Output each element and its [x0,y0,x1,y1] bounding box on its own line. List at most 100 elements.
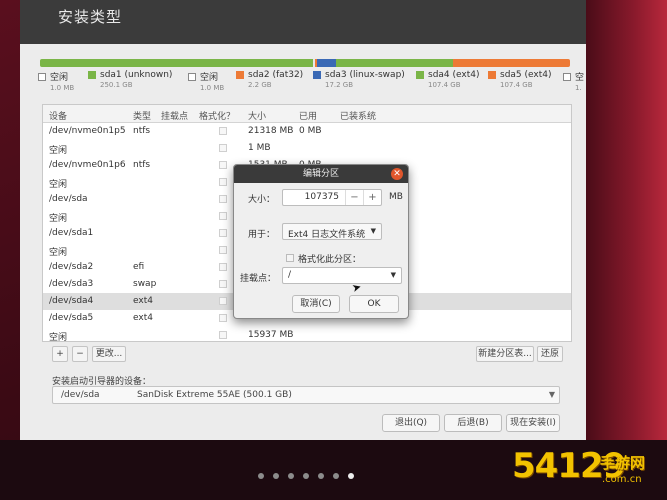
legend-size: 250.1 GB [100,81,133,89]
size-value[interactable]: 107375 [283,190,345,205]
mount-value: / [288,270,292,280]
quit-button[interactable]: 退出(Q) [382,414,440,432]
table-row[interactable]: 空闲 15937 MB [43,327,571,342]
legend-size: 1.0 MB [50,84,75,92]
pagination-dot [258,473,264,479]
cell-device: /dev/sda1 [49,228,94,238]
format-checkbox[interactable] [219,331,227,339]
table-row[interactable]: 空闲 1 MB [43,140,571,157]
cell-type: swap [133,279,157,289]
ok-button[interactable]: OK [349,295,399,313]
boot-device: /dev/sda [61,390,100,400]
format-checkbox[interactable] [219,229,227,237]
format-checkbox[interactable] [219,127,227,135]
table-header: 设备 类型 挂载点 格式化？ 大小 已用 已装系统 [43,105,571,123]
cell-type: ntfs [133,126,151,136]
legend-size: 107.4 GB [500,81,533,89]
legend-item: sda1 (unknown) 250.1 GB [88,70,172,89]
format-checkbox[interactable] [219,314,227,322]
legend-label: sda2 (fat32) [248,70,304,80]
legend-label: 空闲 [200,73,219,83]
cell-device: /dev/sda5 [49,313,94,323]
add-partition-button[interactable]: + [52,346,68,362]
format-checkbox[interactable] [219,195,227,203]
cell-device: 空闲 [49,248,68,258]
legend-swatch [188,72,196,81]
cell-device: 空闲 [49,333,68,342]
cell-device: /dev/nvme0n1p5 [49,126,126,136]
revert-button[interactable]: 还原 [537,346,563,362]
watermark-url: .com.cn [602,474,642,485]
table-row[interactable]: /dev/nvme0n1p5 ntfs 21318 MB 0 MB [43,123,571,140]
legend-label: sda3 (linux-swap) [325,70,405,80]
back-button[interactable]: 后退(B) [444,414,502,432]
format-checkbox[interactable] [286,254,294,262]
cell-device: 空闲 [49,146,68,156]
cell-device: /dev/sda2 [49,262,94,272]
pagination-dot [303,473,309,479]
format-checkbox[interactable] [219,297,227,305]
size-unit: MB [389,192,403,202]
filesystem-select[interactable]: Ext4 日志文件系统 ▼ [282,223,382,240]
partition-segment [316,59,336,67]
cell-size: 21318 MB [248,126,294,136]
mount-point-select[interactable]: / ▼ [282,267,402,284]
boot-device-description: SanDisk Extreme 55AE (500.1 GB) [137,390,292,400]
legend-swatch [38,72,46,81]
format-label: 格式化此分区： [298,255,362,265]
format-checkbox[interactable] [219,246,227,254]
cell-size: 1 MB [248,143,271,153]
dropdown-arrow-icon: ▼ [390,271,396,279]
cell-device: /dev/nvme0n1p6 [49,160,126,170]
legend-swatch [313,71,321,79]
legend-label: sda4 (ext4) [428,70,480,80]
new-partition-table-button[interactable]: 新建分区表... [476,346,534,362]
pagination-dot [333,473,339,479]
legend-size: 17.2 GB [325,81,354,89]
remove-partition-button[interactable]: − [72,346,88,362]
cell-type: ext4 [133,313,153,323]
pagination-dot [288,473,294,479]
install-now-button[interactable]: 现在安装(I) [506,414,560,432]
slide-pagination [258,473,354,479]
cancel-button[interactable]: 取消(C) [292,295,340,313]
col-mount: 挂载点 [161,112,189,122]
legend-label: 空 [575,73,585,83]
cell-type: ext4 [133,296,153,306]
size-stepper[interactable]: 107375 − + [282,189,382,206]
format-checkbox[interactable] [219,280,227,288]
legend-label: sda5 (ext4) [500,70,552,80]
format-checkbox[interactable] [219,161,227,169]
format-checkbox[interactable] [219,263,227,271]
format-checkbox[interactable] [219,212,227,220]
increment-icon[interactable]: + [363,190,381,205]
pagination-dot [273,473,279,479]
format-checkbox[interactable] [219,178,227,186]
screen-bezel-right [586,0,667,500]
legend-item: sda3 (linux-swap) 17.2 GB [313,70,405,89]
partition-segment [335,59,453,67]
mount-label: 挂载点： [240,274,277,284]
col-format: 格式化？ [199,112,236,122]
legend-item: sda5 (ext4) 107.4 GB [488,70,552,89]
legend-swatch [416,71,424,79]
legend-item: 空闲 1.0 MB [38,70,74,92]
boot-loader-select[interactable]: /dev/sda SanDisk Extreme 55AE (500.1 GB)… [52,386,560,404]
change-partition-button[interactable]: 更改... [92,346,126,362]
legend-label: sda1 (unknown) [100,70,173,80]
legend-size: 2.2 GB [248,81,272,89]
partition-segment [452,59,570,67]
decrement-icon[interactable]: − [345,190,363,205]
legend-item: 空闲 1.0 MB [188,70,224,92]
legend-swatch [563,72,571,81]
close-icon[interactable]: ✕ [391,168,403,180]
legend-swatch [236,71,244,79]
partition-legend: 空闲 1.0 MB sda1 (unknown) 250.1 GB 空闲 1.0 MB sd… [38,70,584,100]
partition-segment [40,59,313,67]
col-system: 已装系统 [340,112,377,122]
format-checkbox[interactable] [219,144,227,152]
col-device: 设备 [49,112,68,122]
dropdown-arrow-icon: ▼ [548,390,555,399]
pagination-dot [318,473,324,479]
legend-item: sda2 (fat32) 2.2 GB [236,70,303,89]
